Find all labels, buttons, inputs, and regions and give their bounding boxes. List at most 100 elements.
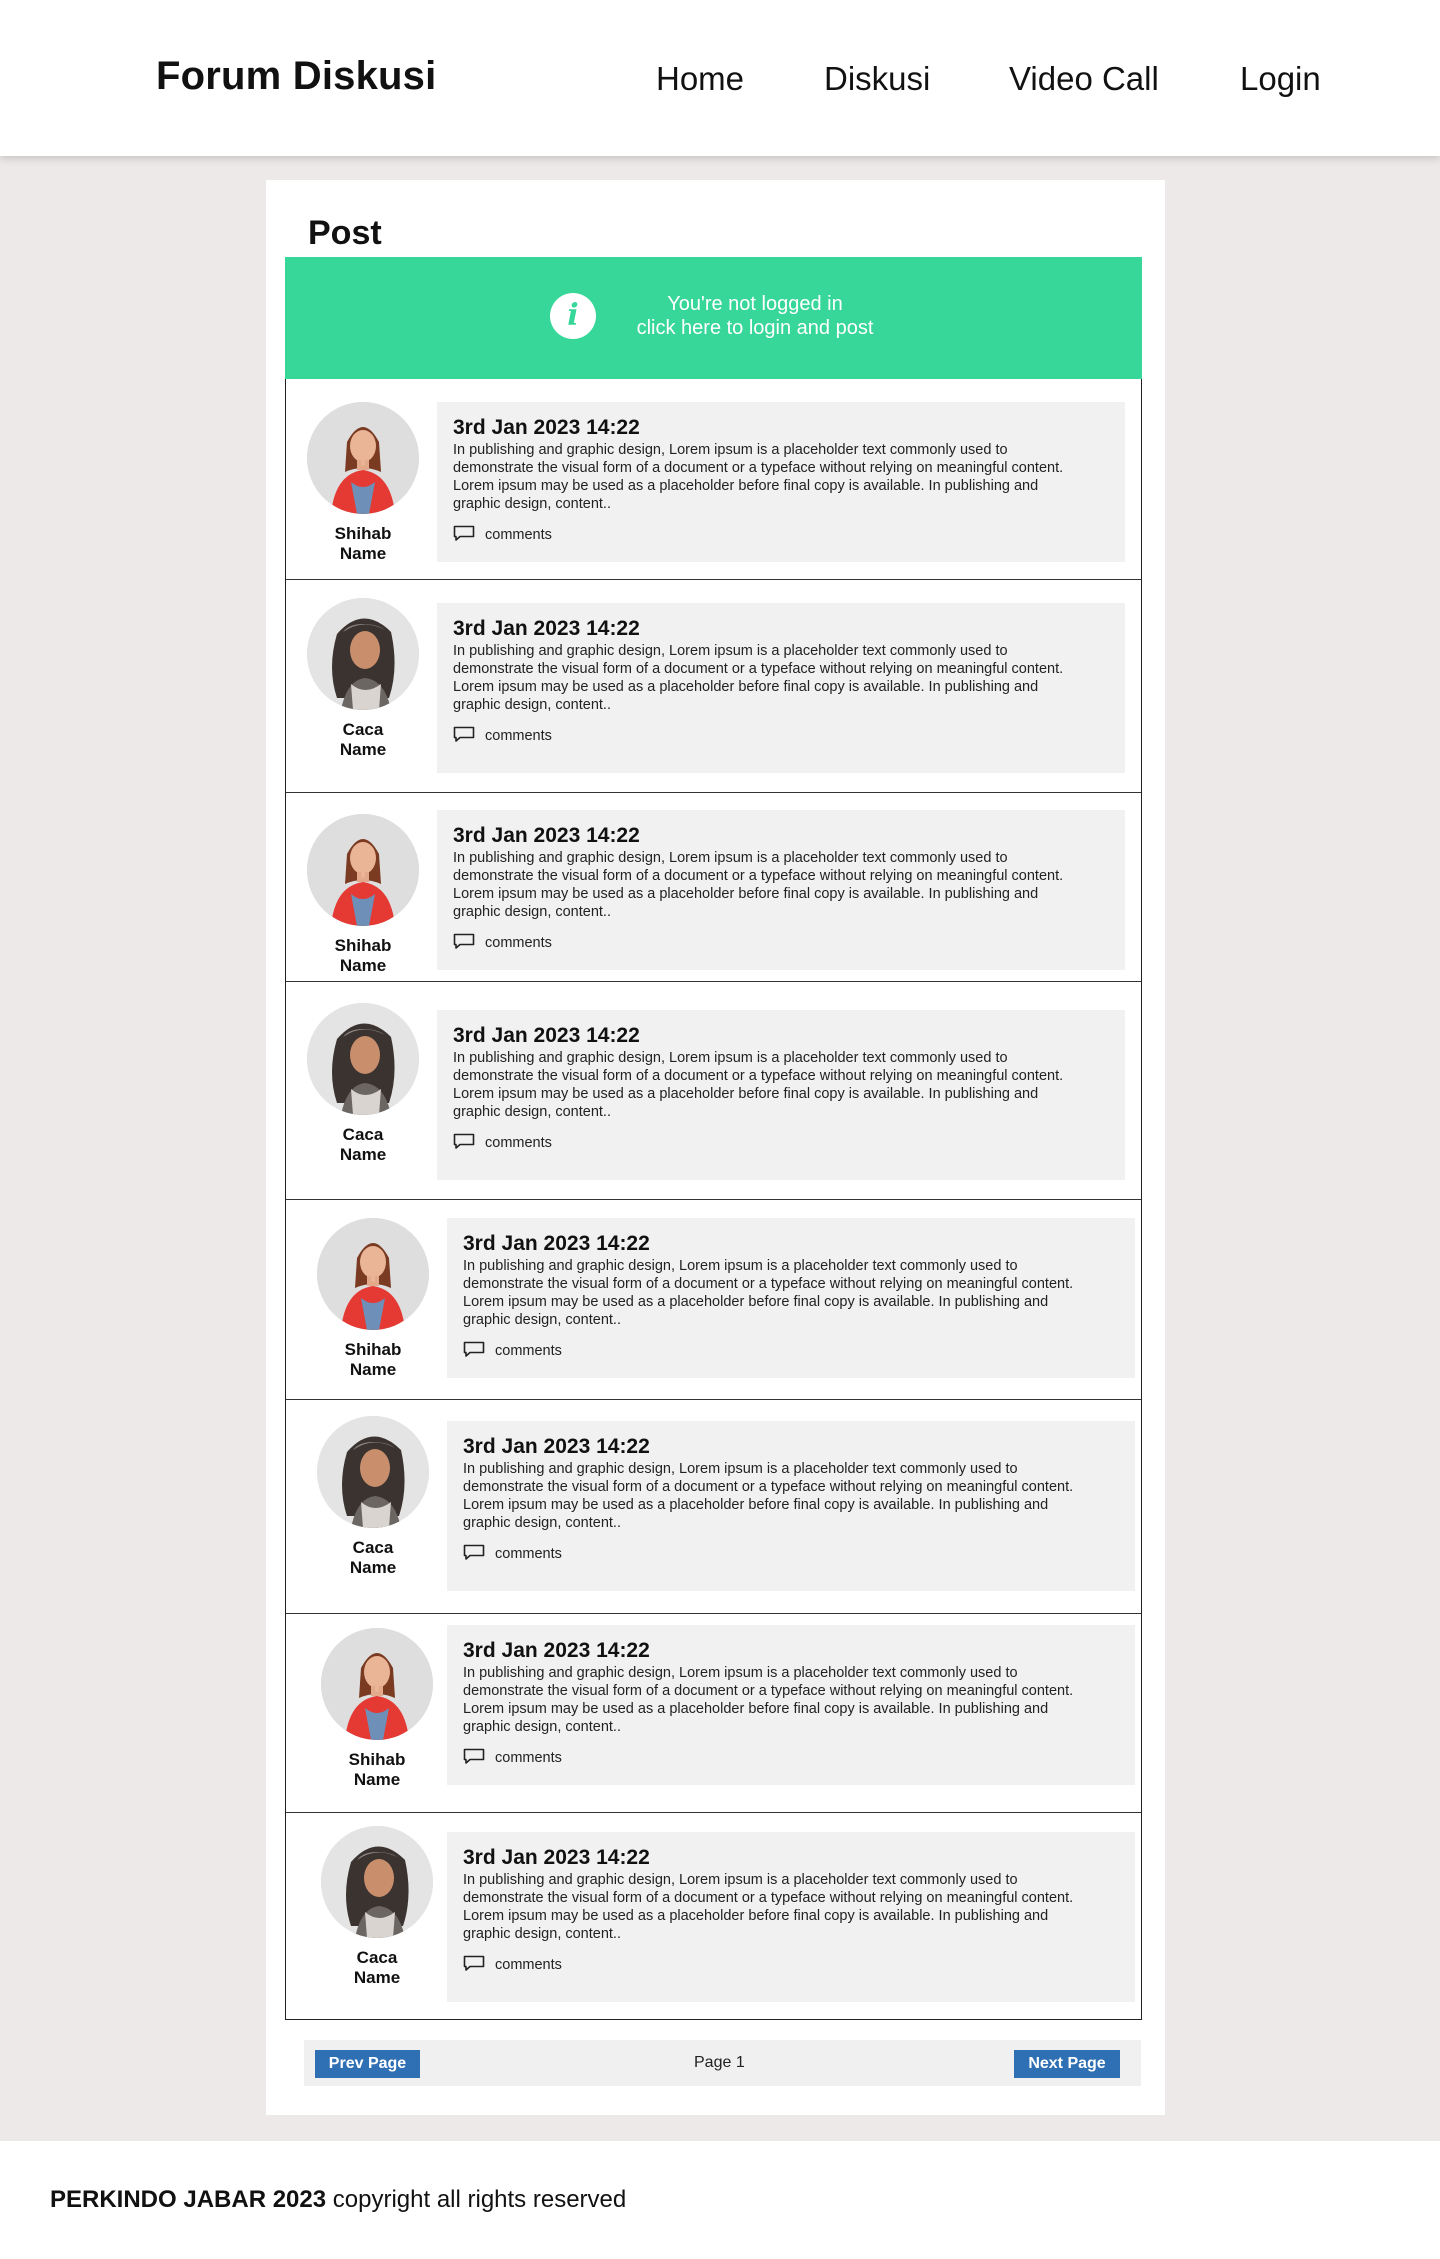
author-first-name: Caca bbox=[342, 1125, 384, 1144]
author-last-name: Name bbox=[349, 1360, 397, 1379]
post-item: Caca Name 3rd Jan 2023 14:22 In publishing … bbox=[286, 579, 1141, 793]
author-first-name: Shihab bbox=[334, 936, 392, 955]
post-date: 3rd Jan 2023 14:22 bbox=[453, 824, 640, 847]
page-indicator: Page 1 bbox=[694, 2054, 745, 2071]
comments-label: comments bbox=[495, 1546, 562, 1562]
author-name[interactable]: Caca Name bbox=[303, 720, 423, 760]
author-first-name: Shihab bbox=[344, 1340, 402, 1359]
comment-icon bbox=[463, 1341, 485, 1361]
post-date: 3rd Jan 2023 14:22 bbox=[463, 1846, 650, 1869]
author-name[interactable]: Shihab Name bbox=[317, 1750, 437, 1790]
author-name[interactable]: Shihab Name bbox=[303, 524, 423, 564]
comments-link[interactable]: comments bbox=[463, 1544, 562, 1564]
comment-icon bbox=[453, 726, 475, 746]
post-body: In publishing and graphic design, Lorem … bbox=[463, 1461, 1074, 1531]
comments-link[interactable]: comments bbox=[453, 525, 552, 545]
author-last-name: Name bbox=[339, 956, 387, 975]
author-first-name: Caca bbox=[352, 1538, 394, 1557]
comment-icon bbox=[463, 1544, 485, 1564]
comments-label: comments bbox=[485, 1135, 552, 1151]
footer-copyright: PERKINDO JABAR 2023 copyright all rights… bbox=[50, 2186, 626, 2214]
comment-icon bbox=[463, 1748, 485, 1768]
comment-icon bbox=[453, 933, 475, 953]
post-bubble: 3rd Jan 2023 14:22 In publishing and grap… bbox=[437, 603, 1125, 773]
avatar[interactable] bbox=[321, 1826, 433, 1938]
nav-home[interactable]: Home bbox=[656, 60, 744, 98]
post-item: Shihab Name 3rd Jan 2023 14:22 In publishin… bbox=[286, 792, 1141, 982]
post-body: In publishing and graphic design, Lorem … bbox=[463, 1258, 1074, 1328]
comments-label: comments bbox=[495, 1750, 562, 1766]
nav-video-call[interactable]: Video Call bbox=[1009, 60, 1159, 98]
post-bubble: 3rd Jan 2023 14:22 In publishing and grap… bbox=[437, 810, 1125, 970]
post-body: In publishing and graphic design, Lorem … bbox=[463, 1872, 1074, 1942]
comments-link[interactable]: comments bbox=[463, 1748, 562, 1768]
avatar[interactable] bbox=[307, 1003, 419, 1115]
comments-label: comments bbox=[485, 527, 552, 543]
post-bubble: 3rd Jan 2023 14:22 In publishing and grap… bbox=[437, 402, 1125, 562]
top-header: Forum Diskusi Home Diskusi Video Call Lo… bbox=[0, 0, 1440, 156]
post-date: 3rd Jan 2023 14:22 bbox=[453, 617, 640, 640]
post-body: In publishing and graphic design, Lorem … bbox=[463, 1665, 1074, 1735]
avatar[interactable] bbox=[317, 1218, 429, 1330]
page-footer: PERKINDO JABAR 2023 copyright all rights… bbox=[0, 2141, 1440, 2259]
post-body: In publishing and graphic design, Lorem … bbox=[453, 442, 1064, 512]
author-first-name: Caca bbox=[342, 720, 384, 739]
comments-label: comments bbox=[485, 728, 552, 744]
post-item: Shihab Name 3rd Jan 2023 14:22 In publishin… bbox=[286, 379, 1141, 580]
post-item: Caca Name 3rd Jan 2023 14:22 In publishing … bbox=[286, 981, 1141, 1200]
comments-link[interactable]: comments bbox=[453, 726, 552, 746]
comment-icon bbox=[453, 525, 475, 545]
author-last-name: Name bbox=[339, 1145, 387, 1164]
comments-label: comments bbox=[495, 1957, 562, 1973]
avatar[interactable] bbox=[307, 814, 419, 926]
post-date: 3rd Jan 2023 14:22 bbox=[463, 1435, 650, 1458]
comments-link[interactable]: comments bbox=[463, 1955, 562, 1975]
author-last-name: Name bbox=[339, 740, 387, 759]
login-notice-text: You're not logged in click here to login… bbox=[585, 292, 925, 340]
nav-diskusi[interactable]: Diskusi bbox=[824, 60, 930, 98]
author-name[interactable]: Caca Name bbox=[303, 1125, 423, 1165]
notice-line-2: click here to login and post bbox=[636, 317, 874, 339]
prev-page-button[interactable]: Prev Page bbox=[315, 2050, 420, 2078]
post-item: Caca Name 3rd Jan 2023 14:22 In publishing … bbox=[286, 1399, 1141, 1614]
comment-icon bbox=[463, 1955, 485, 1975]
post-body: In publishing and graphic design, Lorem … bbox=[453, 1050, 1064, 1120]
post-item: Caca Name 3rd Jan 2023 14:22 In publishing … bbox=[286, 1812, 1141, 2018]
avatar[interactable] bbox=[321, 1628, 433, 1740]
author-name[interactable]: Shihab Name bbox=[313, 1340, 433, 1380]
author-last-name: Name bbox=[353, 1770, 401, 1789]
author-first-name: Shihab bbox=[334, 524, 392, 543]
comments-link[interactable]: comments bbox=[463, 1341, 562, 1361]
avatar[interactable] bbox=[317, 1416, 429, 1528]
footer-org: PERKINDO JABAR 2023 bbox=[50, 2186, 327, 2213]
comments-link[interactable]: comments bbox=[453, 1133, 552, 1153]
comments-label: comments bbox=[485, 935, 552, 951]
author-name[interactable]: Caca Name bbox=[313, 1538, 433, 1578]
notice-line-1: You're not logged in bbox=[667, 293, 843, 315]
author-first-name: Caca bbox=[356, 1948, 398, 1967]
avatar[interactable] bbox=[307, 598, 419, 710]
avatar[interactable] bbox=[307, 402, 419, 514]
author-name[interactable]: Shihab Name bbox=[303, 936, 423, 976]
pagination-bar: Prev Page Page 1 Next Page bbox=[304, 2040, 1141, 2086]
comment-icon bbox=[453, 1133, 475, 1153]
post-bubble: 3rd Jan 2023 14:22 In publishing and grap… bbox=[447, 1421, 1135, 1591]
author-first-name: Shihab bbox=[348, 1750, 406, 1769]
post-item: Shihab Name 3rd Jan 2023 14:22 In publishin… bbox=[286, 1613, 1141, 1813]
post-bubble: 3rd Jan 2023 14:22 In publishing and grap… bbox=[447, 1832, 1135, 2002]
author-name[interactable]: Caca Name bbox=[317, 1948, 437, 1988]
comments-label: comments bbox=[495, 1343, 562, 1359]
post-date: 3rd Jan 2023 14:22 bbox=[463, 1232, 650, 1255]
post-bubble: 3rd Jan 2023 14:22 In publishing and grap… bbox=[437, 1010, 1125, 1180]
post-date: 3rd Jan 2023 14:22 bbox=[463, 1639, 650, 1662]
login-notice-banner[interactable]: i You're not logged in click here to log… bbox=[285, 257, 1142, 379]
site-title[interactable]: Forum Diskusi bbox=[156, 54, 436, 99]
comments-link[interactable]: comments bbox=[453, 933, 552, 953]
post-body: In publishing and graphic design, Lorem … bbox=[453, 850, 1064, 920]
page-title: Post bbox=[308, 214, 382, 252]
post-list: Shihab Name 3rd Jan 2023 14:22 In publishin… bbox=[285, 379, 1142, 2020]
post-bubble: 3rd Jan 2023 14:22 In publishing and grap… bbox=[447, 1218, 1135, 1378]
next-page-button[interactable]: Next Page bbox=[1014, 2050, 1120, 2078]
nav-login[interactable]: Login bbox=[1240, 60, 1321, 98]
author-last-name: Name bbox=[339, 544, 387, 563]
